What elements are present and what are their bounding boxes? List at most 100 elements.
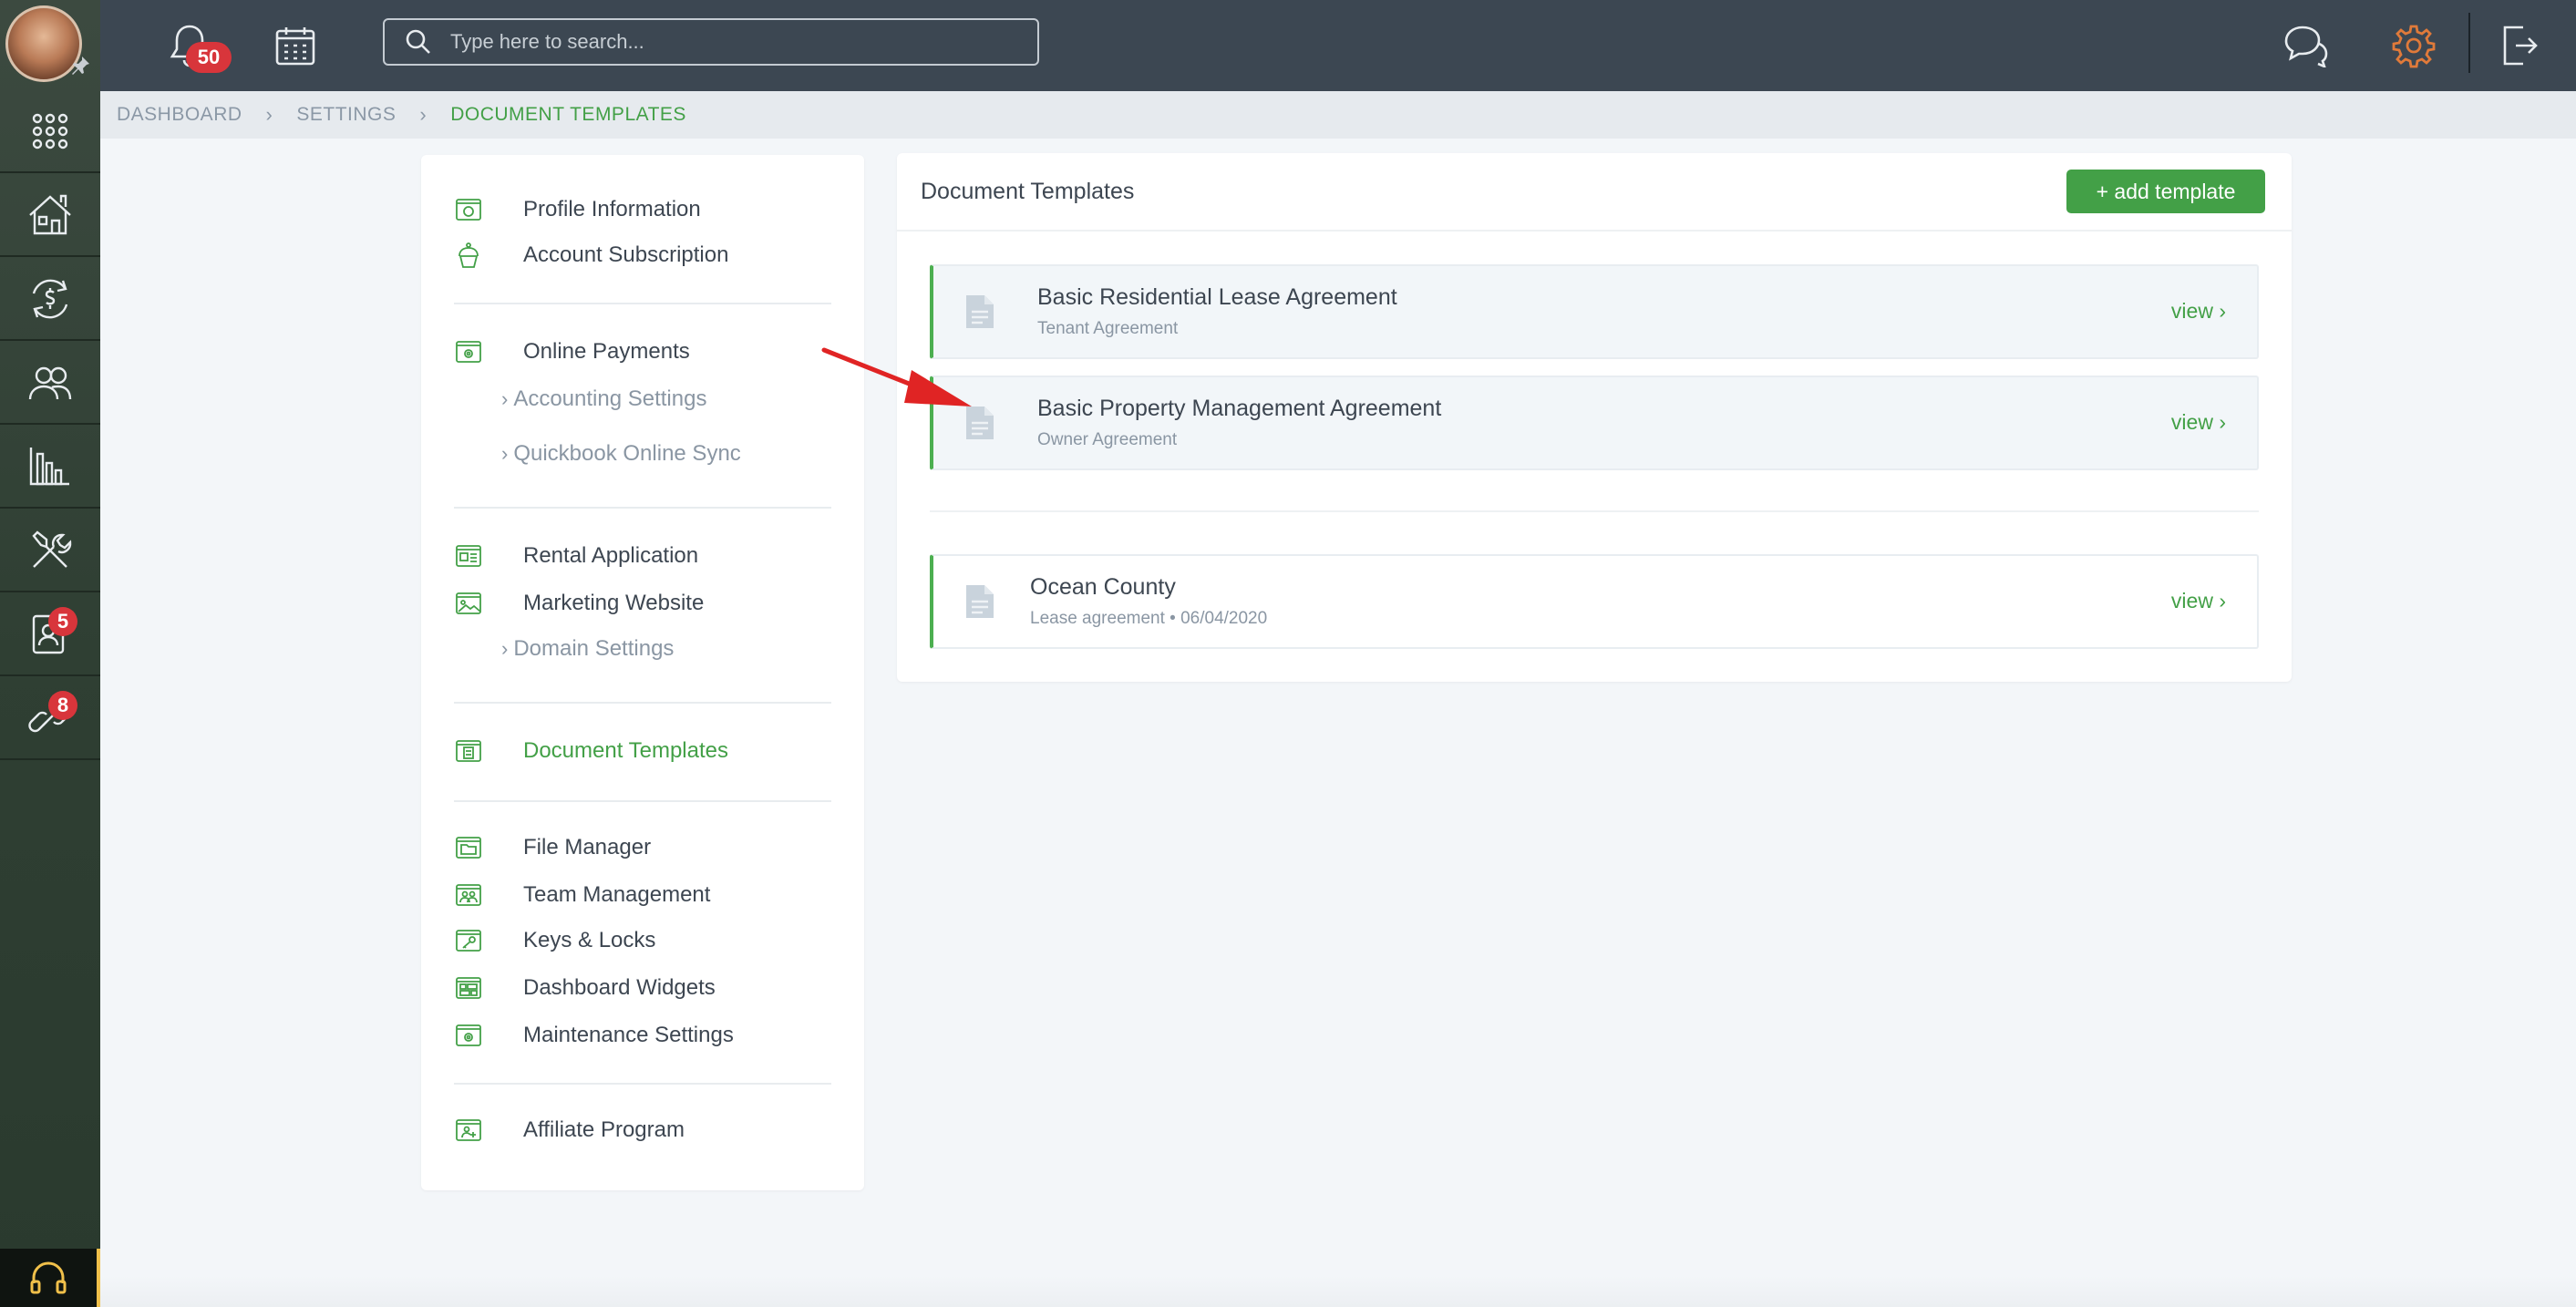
nav-quickbook-online-sync[interactable]: › Quickbook Online Sync xyxy=(501,437,741,470)
affiliate-icon xyxy=(456,1119,481,1141)
nav-label: Keys & Locks xyxy=(523,928,656,952)
page-bottom xyxy=(100,1276,2576,1307)
nav-sub-label: Accounting Settings xyxy=(513,386,707,411)
rail-maintenance[interactable] xyxy=(0,510,100,592)
nav-profile-information[interactable]: Profile Information xyxy=(454,191,701,228)
nav-keys-locks[interactable]: Keys & Locks xyxy=(454,922,655,959)
chevron-right-icon: › xyxy=(501,387,509,410)
card-title: Document Templates xyxy=(921,179,1135,204)
view-label: view xyxy=(2170,410,2213,434)
chevron-right-icon: › xyxy=(501,637,509,660)
view-link[interactable]: view › xyxy=(2171,410,2226,435)
view-label: view xyxy=(2170,299,2213,323)
nav-domain-settings[interactable]: › Domain Settings xyxy=(501,633,674,665)
nav-label: Online Payments xyxy=(523,339,690,364)
notifications-badge: 50 xyxy=(186,42,232,73)
settings-button[interactable] xyxy=(2385,16,2443,75)
nav-sub-label: Quickbook Online Sync xyxy=(513,441,741,466)
nav-accounting-settings[interactable]: › Accounting Settings xyxy=(501,383,706,416)
rail-reports[interactable] xyxy=(0,427,100,509)
topbar-divider xyxy=(2468,13,2470,73)
headset-icon xyxy=(30,1261,67,1294)
nav-affiliate-program[interactable]: Affiliate Program xyxy=(454,1112,685,1148)
chevron-right-icon: › xyxy=(2219,589,2226,612)
view-link[interactable]: view › xyxy=(2171,299,2226,324)
rail-links[interactable]: 8 xyxy=(0,678,100,760)
document-icon xyxy=(966,295,994,328)
view-label: view xyxy=(2170,589,2213,612)
people-icon xyxy=(28,366,72,400)
nav-marketing-website[interactable]: Marketing Website xyxy=(454,585,704,622)
chevron-right-icon: › xyxy=(2219,299,2226,323)
logout-button[interactable] xyxy=(2490,16,2549,75)
template-row[interactable]: Basic Residential Lease Agreement Tenant… xyxy=(930,264,2259,359)
pin-icon[interactable] xyxy=(69,55,91,77)
add-template-button[interactable]: + add template xyxy=(2066,170,2265,213)
section-divider xyxy=(930,510,2259,512)
breadcrumb-dashboard[interactable]: DASHBOARD xyxy=(117,104,242,126)
widgets-icon xyxy=(456,977,481,999)
rail-accounting[interactable] xyxy=(0,259,100,341)
breadcrumb-document-templates: DOCUMENT TEMPLATES xyxy=(450,104,686,125)
search-icon xyxy=(406,29,430,54)
breadcrumb: DASHBOARD › SETTINGS › DOCUMENT TEMPLATE… xyxy=(100,91,2576,139)
rail-properties[interactable] xyxy=(0,175,100,257)
nav-label: Affiliate Program xyxy=(523,1117,685,1142)
tools-icon xyxy=(32,530,72,568)
template-details: Lease agreement • 06/04/2020 xyxy=(1030,609,1268,628)
nav-document-templates[interactable]: Document Templates xyxy=(454,733,728,769)
links-badge: 8 xyxy=(48,691,77,720)
nav-divider xyxy=(454,1083,831,1085)
payments-gear-icon xyxy=(456,341,481,363)
template-name: Ocean County xyxy=(1030,574,1176,600)
nav-label: Dashboard Widgets xyxy=(523,975,716,1000)
nav-team-management[interactable]: Team Management xyxy=(454,877,710,913)
search-input[interactable] xyxy=(448,29,1014,55)
rail-apps[interactable] xyxy=(0,91,100,173)
calendar-icon xyxy=(275,27,315,66)
application-form-icon xyxy=(456,545,481,567)
bar-chart-icon xyxy=(29,448,69,486)
rail-contacts[interactable]: 5 xyxy=(0,594,100,676)
nav-dashboard-widgets[interactable]: Dashboard Widgets xyxy=(454,970,716,1006)
chevron-right-icon: › xyxy=(501,442,509,465)
key-icon xyxy=(456,930,481,952)
chat-button[interactable] xyxy=(2277,16,2335,75)
nav-maintenance-settings[interactable]: Maintenance Settings xyxy=(454,1017,734,1054)
nav-rental-application[interactable]: Rental Application xyxy=(454,538,698,574)
breadcrumb-settings[interactable]: SETTINGS xyxy=(296,104,396,126)
chevron-right-icon: › xyxy=(2219,410,2226,434)
document-icon xyxy=(966,585,994,618)
template-row[interactable]: Basic Property Management Agreement Owne… xyxy=(930,376,2259,470)
image-icon xyxy=(456,592,481,614)
cupcake-icon xyxy=(459,242,479,268)
nav-label: Document Templates xyxy=(523,738,728,763)
nav-label: Account Subscription xyxy=(523,242,729,267)
search-bar[interactable] xyxy=(383,18,1039,66)
nav-divider xyxy=(454,800,831,802)
annotation-arrow-icon xyxy=(821,347,972,407)
header-divider xyxy=(897,230,2292,232)
nav-account-subscription[interactable]: Account Subscription xyxy=(454,237,728,273)
contacts-badge: 5 xyxy=(48,607,77,636)
view-link[interactable]: view › xyxy=(2171,589,2226,613)
nav-divider xyxy=(454,507,831,509)
template-row[interactable]: Ocean County Lease agreement • 06/04/202… xyxy=(930,554,2259,649)
nav-label: Rental Application xyxy=(523,543,699,568)
settings-nav: Profile Information Account Subscription… xyxy=(421,155,864,1190)
left-rail: 5 8 xyxy=(0,0,100,1307)
nav-online-payments[interactable]: Online Payments xyxy=(454,334,690,370)
template-type: Tenant Agreement xyxy=(1037,319,1179,338)
money-cycle-icon xyxy=(32,279,68,319)
nav-label: Marketing Website xyxy=(523,591,705,615)
nav-divider xyxy=(454,702,831,704)
support-button[interactable] xyxy=(0,1249,97,1307)
top-bar: 50 xyxy=(100,0,2576,91)
calendar-button[interactable] xyxy=(266,16,325,75)
nav-label: Profile Information xyxy=(523,197,701,221)
rail-people[interactable] xyxy=(0,343,100,425)
nav-label: Team Management xyxy=(523,882,711,907)
chevron-right-icon: › xyxy=(265,103,273,126)
nav-file-manager[interactable]: File Manager xyxy=(454,829,651,866)
logout-icon xyxy=(2503,26,2538,66)
